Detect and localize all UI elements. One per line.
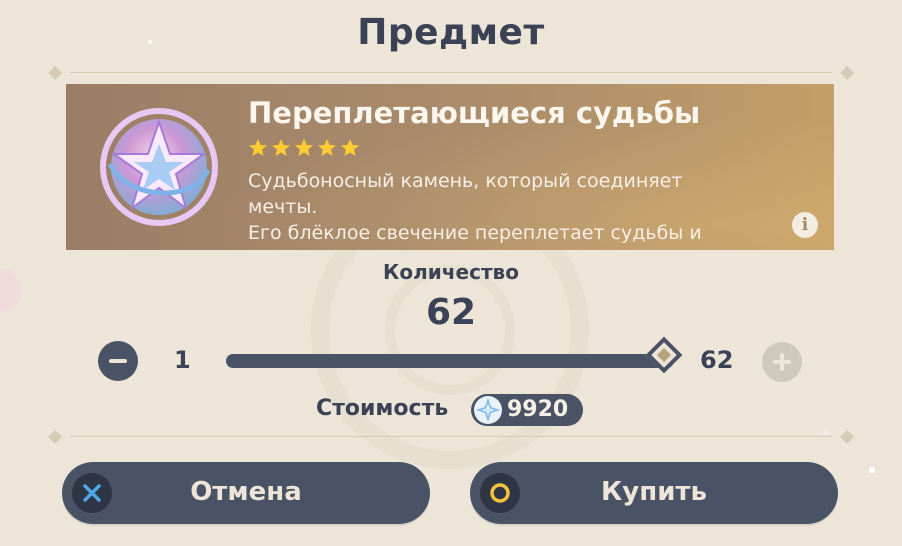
- cancel-button[interactable]: Отмена: [62, 462, 430, 524]
- bottom-divider: [40, 430, 862, 444]
- intertwined-fate-icon: [100, 108, 218, 226]
- quantity-value: 62: [425, 292, 477, 333]
- star-icon: [272, 139, 290, 156]
- star-icon: [341, 139, 359, 156]
- buy-button[interactable]: Купить: [470, 462, 838, 524]
- item-card: Переплетающиеся судьбы Судьбоносный каме…: [66, 84, 834, 250]
- increase-quantity-button[interactable]: [762, 342, 802, 382]
- dialog-title: Предмет: [357, 12, 545, 53]
- cancel-button-label: Отмена: [190, 477, 302, 507]
- star-icon: [318, 139, 336, 156]
- quantity-slider-fill: [226, 354, 674, 368]
- decrease-quantity-button[interactable]: [98, 341, 138, 381]
- quantity-min-label: 1: [174, 346, 191, 374]
- star-icon: [295, 139, 313, 156]
- item-description-line: Его блёклое свечение переплетает судьбы …: [248, 222, 702, 244]
- primogem-icon: [474, 396, 502, 424]
- cost-pill: 9920: [471, 394, 583, 426]
- quantity-label: Количество: [383, 260, 519, 284]
- cost-label: Стоимость: [316, 396, 449, 421]
- star-icon: [249, 139, 267, 156]
- item-description: Судьбоносный камень, который соединяет м…: [248, 168, 788, 246]
- quantity-max-label: 62: [700, 346, 734, 374]
- item-description-line: Судьбоносный камень, который соединяет: [248, 170, 683, 192]
- quantity-slider[interactable]: [226, 336, 683, 374]
- cost-value: 9920: [507, 397, 569, 422]
- info-icon[interactable]: i: [792, 212, 818, 238]
- item-description-line: мечты.: [248, 196, 318, 218]
- buy-button-label: Купить: [601, 477, 707, 507]
- rarity-stars: [248, 138, 360, 158]
- top-divider: [40, 66, 862, 80]
- item-name: Переплетающиеся судьбы: [248, 96, 701, 130]
